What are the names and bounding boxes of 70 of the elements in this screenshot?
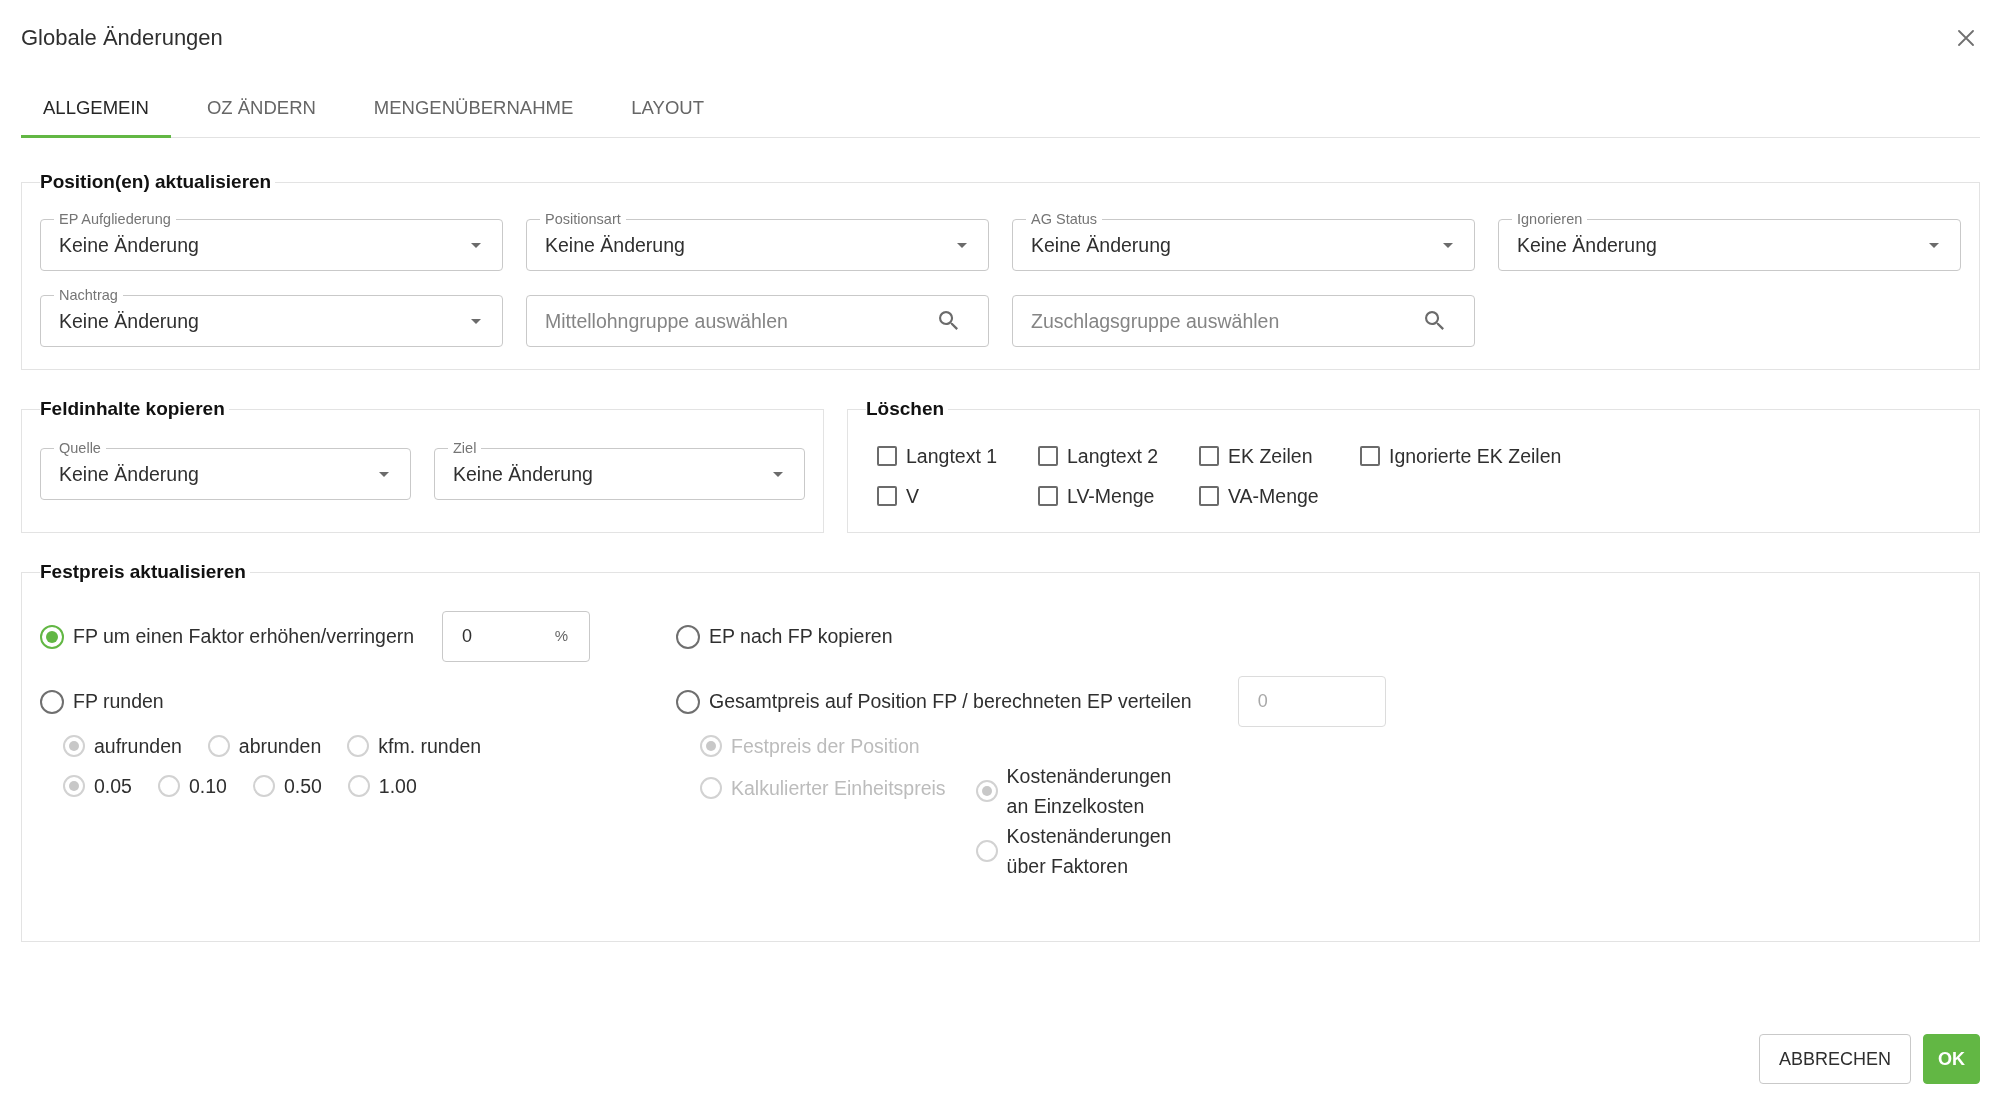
field-value: Keine Änderung — [1031, 233, 1172, 257]
radio-button[interactable] — [676, 624, 700, 649]
radio-label: Kostenänderungen an Einzelkosten — [1006, 764, 1173, 819]
checkbox[interactable] — [1360, 446, 1380, 466]
radio-label: EP nach FP kopieren — [709, 625, 893, 648]
tab[interactable]: MENGENÜBERNAHME — [351, 80, 596, 138]
section-title: Festpreis aktualisieren — [40, 561, 247, 583]
radio-label: Kostenänderungen über Faktoren — [1006, 824, 1173, 879]
radio-button[interactable] — [676, 689, 700, 714]
section-title: Position(en) aktualisieren — [40, 171, 273, 193]
section-title: Feldinhalte kopieren — [40, 398, 226, 420]
tab[interactable]: OZ ÄNDERN — [184, 80, 338, 138]
field-label: EP Aufgliederung — [54, 211, 176, 227]
radio-label: aufrunden — [94, 734, 182, 759]
tab[interactable]: ALLGEMEIN — [21, 80, 171, 138]
search-icon[interactable] — [939, 311, 958, 330]
checkbox-label: Langtext 2 — [1067, 444, 1159, 469]
field-value: Keine Änderung — [59, 309, 200, 333]
field-label: Ziel — [448, 440, 482, 456]
search-field[interactable]: Zuschlagsgruppe auswählen — [1012, 295, 1475, 347]
field-value: Keine Änderung — [453, 462, 594, 486]
dialog-title: Globale Änderungen — [21, 24, 223, 52]
field-value: Keine Änderung — [59, 233, 200, 257]
caret-icon — [773, 471, 783, 477]
caret-icon — [1929, 242, 1939, 248]
checkbox-label: EK Zeilen — [1228, 444, 1313, 469]
radio-label: FP um einen Faktor erhöhen/verringern — [73, 625, 415, 648]
radio-label: abrunden — [238, 734, 322, 759]
search-field[interactable]: Mittellohngruppe auswählen — [526, 295, 989, 347]
checkbox[interactable] — [1199, 446, 1219, 466]
section-title: Löschen — [866, 398, 946, 420]
caret-icon — [957, 242, 967, 248]
tab[interactable]: LAYOUT — [609, 80, 726, 138]
checkbox-label: VA-Menge — [1228, 484, 1319, 509]
caret-icon — [471, 242, 481, 248]
radio-label: FP runden — [73, 690, 164, 713]
radio-label: 0.05 — [94, 774, 132, 799]
field-label: Positionsart — [540, 211, 626, 227]
checkbox-label: Ignorierte EK Zeilen — [1389, 444, 1562, 469]
checkbox[interactable] — [877, 486, 897, 506]
cancel-button[interactable]: ABBRECHEN — [1758, 1034, 1911, 1084]
checkbox-label: Langtext 1 — [906, 444, 998, 469]
field-value: Keine Änderung — [1517, 233, 1658, 257]
field-value: Keine Änderung — [545, 233, 686, 257]
radio-label: 1.00 — [378, 774, 417, 799]
checkbox[interactable] — [1199, 486, 1219, 506]
radio-label: Kalkulierter Einheitspreis — [731, 776, 946, 801]
radio-label: 0.10 — [188, 774, 227, 799]
caret-icon — [379, 471, 389, 477]
radio-label: Festpreis der Position — [731, 734, 920, 759]
checkbox-label: V — [906, 484, 919, 509]
close-icon[interactable] — [1958, 30, 1974, 46]
checkbox[interactable] — [877, 446, 897, 466]
checkbox[interactable] — [1038, 486, 1058, 506]
search-icon[interactable] — [1425, 311, 1444, 330]
field-label: Quelle — [54, 440, 106, 456]
caret-icon — [471, 318, 481, 324]
radio-button[interactable] — [40, 689, 64, 714]
radio-label: Gesamtpreis auf Position FP / berechneten EP verteilen — [709, 690, 1192, 713]
unit-label: % — [554, 627, 569, 645]
radio-label: 0.50 — [283, 774, 322, 799]
radio-label: kfm. runden — [378, 734, 482, 759]
caret-icon — [1443, 242, 1453, 248]
field-label: Nachtrag — [54, 287, 123, 303]
checkbox[interactable] — [1038, 446, 1058, 466]
checkbox-label: LV-Menge — [1067, 484, 1155, 509]
field-value: Keine Änderung — [59, 462, 200, 486]
field-label: Ignorieren — [1512, 211, 1588, 227]
field-label: AG Status — [1026, 211, 1103, 227]
radio-button[interactable] — [40, 624, 64, 649]
